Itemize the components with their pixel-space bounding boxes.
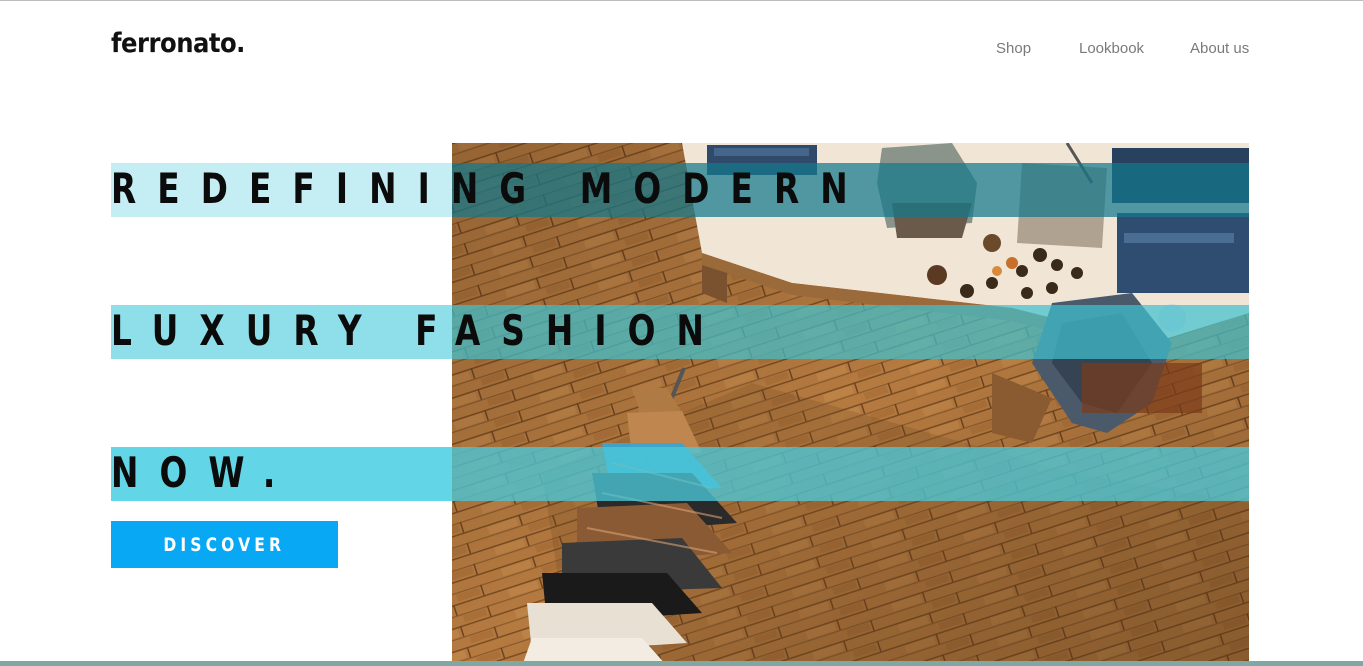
discover-button-label: DISCOVER xyxy=(163,533,286,556)
bottom-scroll-strip xyxy=(0,661,1363,666)
top-divider xyxy=(0,0,1363,1)
nav-link-lookbook[interactable]: Lookbook xyxy=(1079,40,1144,57)
page: ferronato. Shop Lookbook About us REDEFI… xyxy=(0,0,1363,666)
headline-line-2: LUXURY FASHION xyxy=(111,306,726,355)
hero-store-photo xyxy=(452,143,1249,666)
main-nav: Shop Lookbook About us xyxy=(0,40,1363,60)
nav-link-about-us[interactable]: About us xyxy=(1190,40,1249,57)
headline-line-3: NOW. xyxy=(111,448,297,497)
headline-line-1: REDEFINING MODERN xyxy=(111,164,869,213)
discover-button[interactable]: DISCOVER xyxy=(111,521,338,568)
nav-link-shop[interactable]: Shop xyxy=(996,40,1031,57)
band-overlay xyxy=(452,447,1249,501)
